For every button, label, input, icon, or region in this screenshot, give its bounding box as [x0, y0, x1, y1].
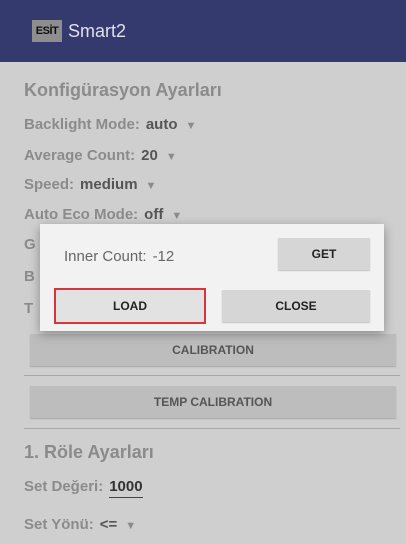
average-count-value[interactable]: 20 [141, 147, 158, 164]
obscured-row-2: B [24, 268, 35, 285]
app-logo: ESİT [32, 20, 62, 42]
set-direction-row[interactable]: Set Yönü: <= ▼ [24, 516, 136, 533]
inner-count-value: -12 [152, 248, 175, 265]
get-button[interactable]: GET [278, 238, 370, 270]
average-count-row[interactable]: Average Count: 20 ▼ [24, 147, 177, 164]
set-direction-value[interactable]: <= [100, 516, 118, 533]
calibration-button[interactable]: CALIBRATION [30, 334, 396, 366]
divider [24, 375, 400, 376]
obscured-row-3: T [24, 300, 34, 317]
auto-eco-label: Auto Eco Mode: [24, 206, 139, 223]
caret-down-icon[interactable]: ▼ [186, 120, 197, 132]
close-button[interactable]: CLOSE [222, 290, 370, 322]
inner-count-dialog: Inner Count: -12 GET LOAD CLOSE [40, 224, 384, 331]
caret-down-icon[interactable]: ▼ [146, 180, 157, 192]
divider [24, 428, 400, 429]
speed-value[interactable]: medium [80, 176, 138, 193]
inner-count-row: Inner Count: -12 [64, 248, 174, 265]
relay-section-title: 1. Röle Ayarları [24, 442, 154, 462]
auto-eco-value[interactable]: off [144, 206, 163, 223]
average-count-label: Average Count: [24, 147, 136, 164]
backlight-mode-row[interactable]: Backlight Mode: auto ▼ [24, 116, 196, 133]
caret-down-icon[interactable]: ▼ [166, 151, 177, 163]
inner-count-label: Inner Count: [64, 248, 147, 265]
set-direction-label: Set Yönü: [24, 516, 94, 533]
caret-down-icon[interactable]: ▼ [171, 210, 182, 222]
temp-calibration-button[interactable]: TEMP CALIBRATION [30, 386, 396, 418]
obscured-row-1: G [24, 236, 36, 253]
load-button[interactable]: LOAD [54, 288, 206, 324]
speed-label: Speed: [24, 176, 75, 193]
backlight-mode-label: Backlight Mode: [24, 116, 140, 133]
auto-eco-row[interactable]: Auto Eco Mode: off ▼ [24, 206, 182, 223]
backlight-mode-value[interactable]: auto [146, 116, 178, 133]
app-bar: ESİT Smart2 [0, 0, 406, 62]
set-value-row[interactable]: Set Değeri: 1000 [24, 478, 143, 498]
app-title: Smart2 [68, 20, 127, 41]
speed-row[interactable]: Speed: medium ▼ [24, 176, 156, 193]
set-value-label: Set Değeri: [24, 478, 104, 495]
caret-down-icon[interactable]: ▼ [125, 520, 136, 532]
config-section-title: Konfigürasyon Ayarları [24, 80, 222, 100]
set-value-field[interactable]: 1000 [109, 478, 143, 498]
